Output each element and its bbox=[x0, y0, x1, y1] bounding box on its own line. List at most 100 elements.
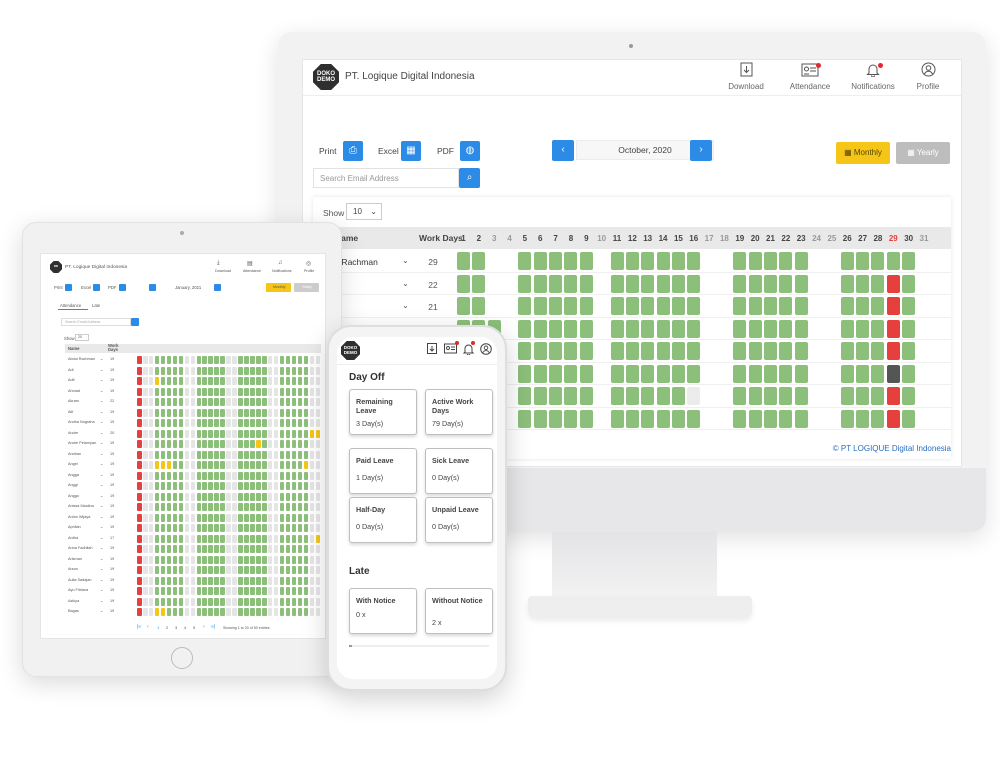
tablet-attendance-cell[interactable] bbox=[178, 587, 184, 595]
tablet-attendance-cell[interactable] bbox=[238, 377, 243, 385]
tablet-attendance-cell[interactable] bbox=[279, 450, 285, 459]
tablet-attendance-cell[interactable] bbox=[273, 534, 279, 543]
tablet-attendance-cell[interactable] bbox=[220, 566, 225, 574]
tablet-attendance-cell[interactable] bbox=[148, 408, 154, 417]
tablet-attendance-cell[interactable] bbox=[166, 387, 172, 396]
tablet-attendance-cell[interactable] bbox=[279, 429, 285, 438]
tablet-attendance-cell[interactable] bbox=[196, 513, 202, 522]
tablet-attendance-cell[interactable] bbox=[291, 356, 297, 364]
tablet-attendance-cell[interactable] bbox=[250, 524, 255, 532]
tablet-attendance-cell[interactable] bbox=[160, 608, 166, 616]
tablet-attendance-cell[interactable] bbox=[190, 387, 196, 396]
tablet-attendance-cell[interactable] bbox=[232, 513, 237, 522]
tablet-attendance-cell[interactable] bbox=[309, 534, 315, 543]
attendance-cell[interactable] bbox=[549, 297, 563, 315]
tablet-attendance-cell[interactable] bbox=[303, 461, 309, 469]
chevron-down-icon[interactable]: ⌄ bbox=[100, 566, 103, 571]
chevron-down-icon[interactable]: ⌄ bbox=[100, 514, 103, 519]
tablet-attendance-cell[interactable] bbox=[214, 555, 219, 564]
tablet-attendance-cell[interactable] bbox=[220, 387, 225, 396]
tablet-attendance-cell[interactable] bbox=[214, 608, 219, 616]
tablet-attendance-cell[interactable] bbox=[190, 419, 196, 427]
tablet-attendance-cell[interactable] bbox=[261, 587, 267, 595]
tablet-attendance-cell[interactable] bbox=[273, 366, 279, 375]
tablet-attendance-cell[interactable] bbox=[279, 482, 285, 490]
tablet-attendance-cell[interactable] bbox=[208, 366, 213, 375]
user-circle-icon[interactable] bbox=[480, 343, 492, 358]
attendance-cell[interactable] bbox=[687, 364, 701, 383]
tablet-attendance-cell[interactable] bbox=[285, 587, 291, 595]
tablet-attendance-cell[interactable] bbox=[178, 408, 184, 417]
attendance-cell[interactable] bbox=[748, 387, 762, 405]
attendance-cell[interactable] bbox=[856, 252, 870, 270]
company-logo[interactable]: DOKO DEMO bbox=[313, 64, 339, 90]
chevron-down-icon[interactable]: ⌄ bbox=[100, 598, 103, 603]
tablet-attendance-cell[interactable] bbox=[166, 513, 172, 522]
tablet-attendance-cell[interactable] bbox=[154, 482, 160, 490]
tablet-attendance-cell[interactable] bbox=[250, 419, 255, 427]
tablet-attendance-cell[interactable] bbox=[244, 461, 249, 469]
tablet-attendance-cell[interactable] bbox=[291, 524, 297, 532]
tablet-attendance-cell[interactable] bbox=[148, 461, 154, 469]
tablet-attendance-cell[interactable] bbox=[220, 482, 225, 490]
tablet-attendance-cell[interactable] bbox=[256, 555, 261, 564]
tablet-attendance-cell[interactable] bbox=[226, 503, 231, 511]
attendance-cell[interactable] bbox=[764, 342, 777, 360]
tablet-attendance-cell[interactable] bbox=[226, 356, 231, 364]
tablet-attendance-cell[interactable] bbox=[261, 471, 267, 480]
attendance-cell[interactable] bbox=[687, 342, 701, 360]
tablet-attendance-cell[interactable] bbox=[279, 513, 285, 522]
tablet-attendance-cell[interactable] bbox=[256, 471, 261, 480]
tablet-attendance-cell[interactable] bbox=[244, 587, 249, 595]
tablet-attendance-cell[interactable] bbox=[232, 377, 237, 385]
leave-card[interactable]: Remaining Leave 3 Day(s) bbox=[349, 389, 417, 435]
attendance-cell[interactable] bbox=[902, 409, 916, 428]
monthly-button[interactable]: ▦ Monthly bbox=[836, 142, 890, 164]
attendance-cell[interactable] bbox=[902, 364, 916, 383]
tablet-attendance-cell[interactable] bbox=[184, 461, 190, 469]
tablet-attendance-cell[interactable] bbox=[303, 482, 309, 490]
attendance-cell[interactable] bbox=[733, 342, 747, 360]
tablet-attendance-cell[interactable] bbox=[303, 440, 309, 448]
tablet-attendance-cell[interactable] bbox=[166, 587, 172, 595]
attendance-cell[interactable] bbox=[779, 252, 793, 270]
attendance-cell[interactable] bbox=[886, 319, 900, 338]
tablet-attendance-cell[interactable] bbox=[250, 566, 255, 574]
tablet-attendance-cell[interactable] bbox=[208, 534, 213, 543]
tablet-attendance-cell[interactable] bbox=[160, 408, 166, 417]
tablet-attendance-cell[interactable] bbox=[261, 534, 267, 543]
tablet-attendance-cell[interactable] bbox=[244, 398, 249, 406]
tablet-attendance-cell[interactable] bbox=[285, 503, 291, 511]
tablet-attendance-cell[interactable] bbox=[261, 377, 267, 385]
tablet-attendance-cell[interactable] bbox=[279, 534, 285, 543]
tablet-attendance-cell[interactable] bbox=[297, 587, 303, 595]
tablet-attendance-cell[interactable] bbox=[261, 597, 267, 606]
tablet-attendance-cell[interactable] bbox=[285, 482, 291, 490]
tablet-attendance-cell[interactable] bbox=[238, 429, 243, 438]
tablet-attendance-cell[interactable] bbox=[285, 492, 291, 501]
tablet-attendance-cell[interactable] bbox=[250, 440, 255, 448]
tablet-attendance-cell[interactable] bbox=[232, 356, 237, 364]
tablet-attendance-cell[interactable] bbox=[273, 356, 279, 364]
attendance-cell[interactable] bbox=[579, 252, 593, 270]
attendance-cell[interactable] bbox=[871, 252, 885, 270]
tablet-attendance-cell[interactable] bbox=[137, 545, 142, 553]
tablet-attendance-cell[interactable] bbox=[142, 587, 148, 595]
tablet-attendance-cell[interactable] bbox=[214, 566, 219, 574]
leave-card[interactable]: Active Work Days 79 Day(s) bbox=[425, 389, 493, 435]
tablet-attendance-cell[interactable] bbox=[184, 387, 190, 396]
tablet-attendance-cell[interactable] bbox=[285, 440, 291, 448]
tablet-monthly-button[interactable]: Monthly bbox=[266, 283, 291, 292]
tablet-attendance-cell[interactable] bbox=[315, 608, 321, 616]
tablet-attendance-cell[interactable] bbox=[238, 366, 243, 375]
yearly-button[interactable]: ▦ Yearly bbox=[896, 142, 950, 164]
tablet-attendance-cell[interactable] bbox=[172, 440, 178, 448]
tablet-attendance-cell[interactable] bbox=[303, 492, 309, 501]
tablet-attendance-cell[interactable] bbox=[202, 419, 208, 427]
attendance-cell[interactable] bbox=[518, 387, 532, 405]
tablet-attendance-cell[interactable] bbox=[303, 597, 309, 606]
tablet-attendance-cell[interactable] bbox=[160, 356, 166, 364]
tablet-attendance-cell[interactable] bbox=[208, 408, 213, 417]
attendance-cell[interactable] bbox=[794, 409, 808, 428]
tablet-attendance-cell[interactable] bbox=[172, 597, 178, 606]
